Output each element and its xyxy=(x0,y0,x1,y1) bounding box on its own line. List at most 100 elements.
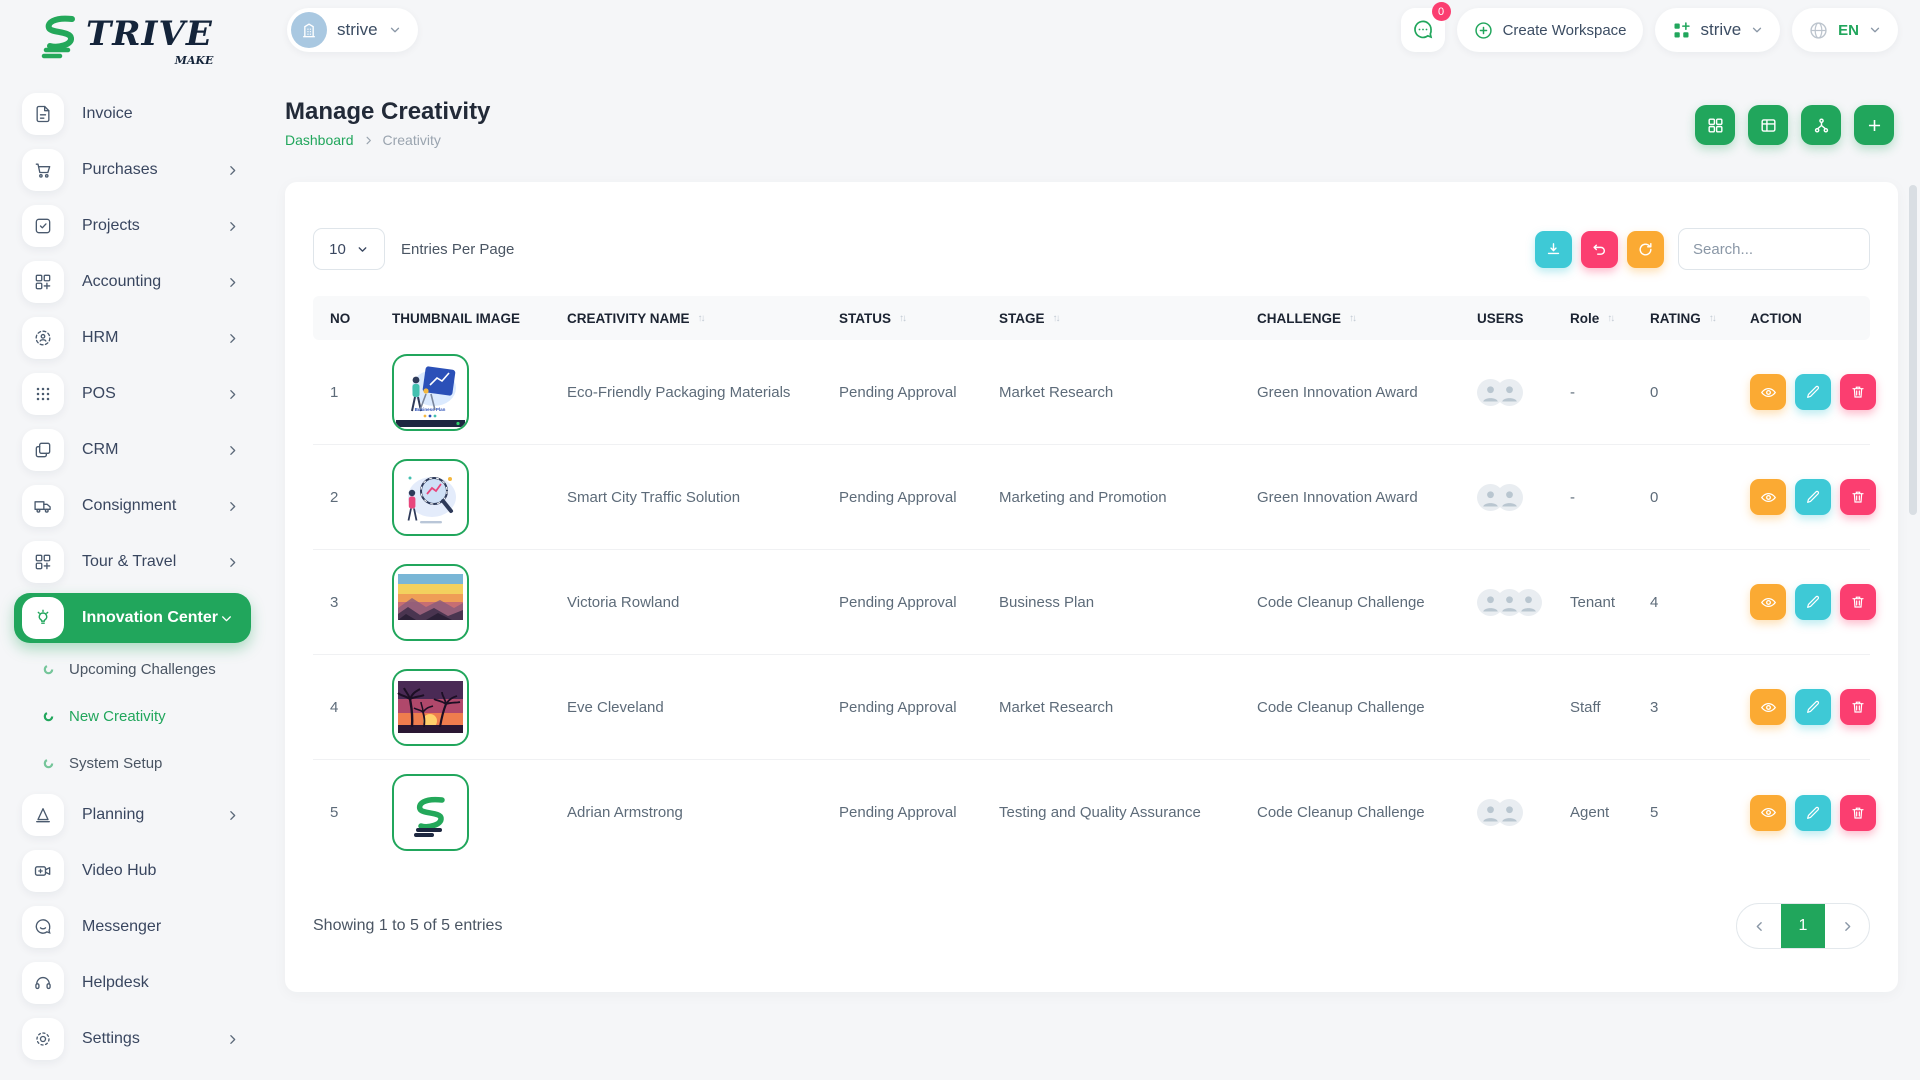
chevron-down-icon xyxy=(220,612,233,625)
sidebar-item-innovation-center[interactable]: Innovation Center xyxy=(14,593,251,643)
view-button[interactable] xyxy=(1750,374,1786,410)
bullet-ring-icon xyxy=(43,711,54,722)
sidebar-item-hrm[interactable]: HRM xyxy=(0,310,265,366)
thumbnail-research-magnifier-illustration[interactable] xyxy=(392,459,469,536)
column-header-users: USERS xyxy=(1460,311,1553,326)
chevron-right-icon xyxy=(226,220,239,233)
table-row: 1 Business Plan Eco-Friendly Packaging M… xyxy=(313,340,1870,445)
sidebar-subitem-system-setup[interactable]: System Setup xyxy=(0,740,265,787)
workspace-selector[interactable]: strive xyxy=(287,8,418,52)
dots-grid-icon xyxy=(22,373,64,415)
thumbnail-business-plan-illustration[interactable]: Business Plan xyxy=(392,354,469,431)
breadcrumb: Dashboard Creativity xyxy=(285,132,441,148)
edit-button[interactable] xyxy=(1795,795,1831,831)
sidebar-item-helpdesk[interactable]: Helpdesk xyxy=(0,955,265,1011)
tenant-name: strive xyxy=(1701,20,1742,40)
sidebar-subitem-new-creativity[interactable]: New Creativity xyxy=(0,693,265,740)
tenant-switcher[interactable]: strive xyxy=(1655,8,1781,52)
thumbnail-strive-logo-mark[interactable] xyxy=(392,774,469,851)
view-button[interactable] xyxy=(1750,584,1786,620)
chat-bubble-icon xyxy=(22,906,64,948)
sort-icon[interactable]: ↑↓ xyxy=(1607,313,1613,324)
pagination-page-1[interactable]: 1 xyxy=(1781,904,1825,948)
sidebar-item-settings[interactable]: Settings xyxy=(0,1011,265,1067)
chevron-right-icon xyxy=(226,1033,239,1046)
pagination-next-button[interactable] xyxy=(1825,904,1869,948)
grid-plus-icon xyxy=(22,541,64,583)
sidebar-item-messenger[interactable]: Messenger xyxy=(0,899,265,955)
plus-circle-icon xyxy=(1473,20,1494,41)
create-workspace-button[interactable]: Create Workspace xyxy=(1457,8,1643,52)
eye-icon xyxy=(1760,384,1777,401)
table-row: 3 Victoria Rowland Pending Approval Busi… xyxy=(313,550,1870,655)
reset-button[interactable] xyxy=(1581,231,1618,268)
strive-logo[interactable]: TRIVE MAKE xyxy=(34,10,213,67)
sort-icon[interactable]: ↑↓ xyxy=(899,313,905,324)
sort-icon[interactable]: ↑↓ xyxy=(1053,313,1059,324)
delete-button[interactable] xyxy=(1840,584,1876,620)
user-avatar xyxy=(1496,379,1523,406)
grid-view-button[interactable] xyxy=(1695,105,1735,145)
sidebar-subitem-upcoming-challenges[interactable]: Upcoming Challenges xyxy=(0,646,265,693)
chevron-right-icon xyxy=(226,500,239,513)
user-avatar xyxy=(1496,799,1523,826)
hierarchy-view-button[interactable] xyxy=(1801,105,1841,145)
edit-button[interactable] xyxy=(1795,584,1831,620)
view-button[interactable] xyxy=(1750,479,1786,515)
thumbnail-mountain-sunset-photo[interactable] xyxy=(392,564,469,641)
sort-icon[interactable]: ↑↓ xyxy=(1709,313,1715,324)
delete-button[interactable] xyxy=(1840,479,1876,515)
search-input[interactable] xyxy=(1678,228,1870,270)
edit-button[interactable] xyxy=(1795,689,1831,725)
delete-button[interactable] xyxy=(1840,795,1876,831)
table-view-icon xyxy=(1759,116,1778,135)
users-avatars xyxy=(1477,589,1553,616)
add-creativity-button[interactable] xyxy=(1854,105,1894,145)
delete-button[interactable] xyxy=(1840,374,1876,410)
row-number: 1 xyxy=(313,384,375,401)
sort-icon[interactable]: ↑↓ xyxy=(1349,313,1355,324)
trash-icon xyxy=(1850,384,1866,400)
sidebar-item-tour-travel[interactable]: Tour & Travel xyxy=(0,534,265,590)
sidebar-item-planning[interactable]: Planning xyxy=(0,787,265,843)
sidebar-item-pos[interactable]: POS xyxy=(0,366,265,422)
chevron-right-icon xyxy=(226,388,239,401)
rating-value: 4 xyxy=(1633,594,1733,611)
user-avatar xyxy=(1515,589,1542,616)
pagination-prev-button[interactable] xyxy=(1737,904,1781,948)
sidebar-item-purchases[interactable]: Purchases xyxy=(0,142,265,198)
workspace-avatar xyxy=(291,12,327,48)
sidebar-item-label: Consignment xyxy=(82,497,176,515)
view-button[interactable] xyxy=(1750,795,1786,831)
refresh-button[interactable] xyxy=(1627,231,1664,268)
top-bar: TRIVE MAKE strive 0 xyxy=(0,0,1920,70)
sidebar-item-invoice[interactable]: Invoice xyxy=(0,86,265,142)
row-number: 5 xyxy=(313,804,375,821)
edit-button[interactable] xyxy=(1795,374,1831,410)
breadcrumb-dashboard-link[interactable]: Dashboard xyxy=(285,132,354,148)
sidebar-item-projects[interactable]: Projects xyxy=(0,198,265,254)
sidebar-item-label: Projects xyxy=(82,217,140,235)
sidebar-item-crm[interactable]: CRM xyxy=(0,422,265,478)
rating-value: 0 xyxy=(1633,489,1733,506)
sidebar-item-label: Helpdesk xyxy=(82,974,149,992)
language-selector[interactable]: EN xyxy=(1792,8,1898,52)
sidebar-item-video-hub[interactable]: Video Hub xyxy=(0,843,265,899)
sort-icon[interactable]: ↑↓ xyxy=(698,313,704,324)
entries-per-page-select[interactable]: 10 xyxy=(313,228,385,270)
bullet-ring-icon xyxy=(43,758,54,769)
sidebar-item-consignment[interactable]: Consignment xyxy=(0,478,265,534)
table-view-button[interactable] xyxy=(1748,105,1788,145)
chat-button[interactable]: 0 xyxy=(1401,8,1445,52)
status-text: Pending Approval xyxy=(822,384,982,401)
sidebar-item-accounting[interactable]: Accounting xyxy=(0,254,265,310)
edit-button[interactable] xyxy=(1795,479,1831,515)
pencil-icon xyxy=(1805,699,1821,715)
export-button[interactable] xyxy=(1535,231,1572,268)
delete-button[interactable] xyxy=(1840,689,1876,725)
pagination: 1 xyxy=(1736,903,1870,949)
view-button[interactable] xyxy=(1750,689,1786,725)
scrollbar-thumb[interactable] xyxy=(1909,185,1917,515)
pencil-icon xyxy=(1805,384,1821,400)
thumbnail-palm-trees-sunset-photo[interactable] xyxy=(392,669,469,746)
